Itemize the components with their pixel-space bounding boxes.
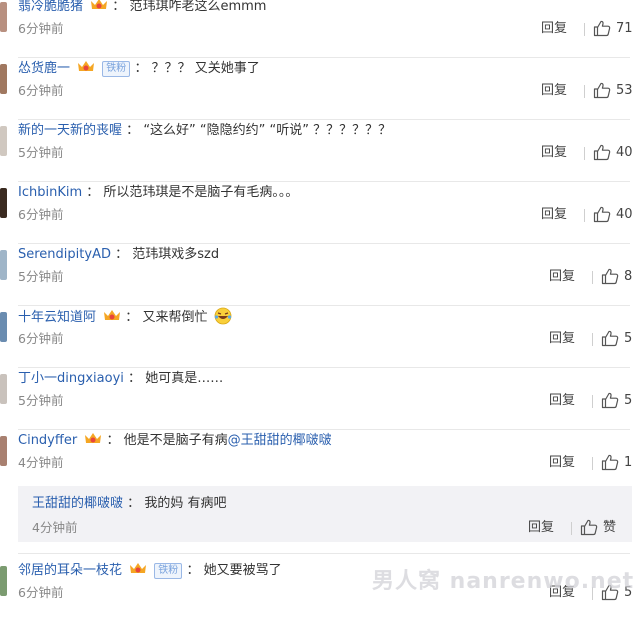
thumbs-up-icon[interactable] xyxy=(593,82,611,99)
reply-button[interactable]: 回复 xyxy=(549,268,575,286)
reply-button[interactable]: 回复 xyxy=(541,144,567,162)
comment-text: 她可真是…… xyxy=(145,371,224,386)
divider xyxy=(584,147,585,160)
avatar[interactable] xyxy=(0,436,7,466)
divider xyxy=(592,271,593,284)
comment-username[interactable]: 翡冷脆脆猪 xyxy=(18,0,83,14)
comment-time: 6分钟前 xyxy=(18,21,64,36)
like-count: 1 xyxy=(624,455,633,470)
comment-time: 5分钟前 xyxy=(18,393,64,408)
like-label[interactable]: 赞 xyxy=(603,519,616,537)
comment-time: 6分钟前 xyxy=(18,331,64,346)
thumbs-up-icon[interactable] xyxy=(601,268,619,285)
like-count: 5 xyxy=(624,331,633,346)
reply-button[interactable]: 回复 xyxy=(541,20,567,38)
comment-item: 新的一天新的丧喔 ： “这么好” “隐隐约约” “听说” ？？？？？？ 5分钟前… xyxy=(0,120,640,182)
comment-item: 翡冷脆脆猪 ： 范玮琪咋老这么emmm 6分钟前 回复 71 xyxy=(0,0,640,58)
avatar[interactable] xyxy=(0,566,7,596)
comment-item: 丁小一dingxiaoyi ： 她可真是…… 5分钟前 回复 5 xyxy=(0,368,640,430)
thumbs-up-icon[interactable] xyxy=(601,330,619,347)
comment-username[interactable]: 怂货鹿一 xyxy=(18,61,70,76)
thumbs-up-icon[interactable] xyxy=(593,144,611,161)
vip-crown-icon xyxy=(104,310,121,320)
comment-item: 十年云知道阿 ： 又来帮倒忙 6分钟前 回复 5 xyxy=(0,306,640,368)
thumbs-up-icon[interactable] xyxy=(593,206,611,223)
comment-time: 6分钟前 xyxy=(18,207,64,222)
comment-username[interactable]: 新的一天新的丧喔 xyxy=(18,123,122,138)
comment-username[interactable]: 丁小一dingxiaoyi xyxy=(18,371,124,386)
vip-crown-icon xyxy=(91,0,108,9)
comment-text: 所以范玮琪是不是脑子有毛病。。。 xyxy=(103,185,299,200)
comment-text: 又来帮倒忙 xyxy=(142,310,208,325)
avatar[interactable] xyxy=(0,374,7,404)
comment-username[interactable]: IchbinKim xyxy=(18,185,82,200)
comment-username[interactable]: 邻居的耳朵一枝花 xyxy=(18,563,122,578)
reply-button[interactable]: 回复 xyxy=(541,82,567,100)
like-count: 40 xyxy=(616,145,633,160)
avatar[interactable] xyxy=(0,126,7,156)
vip-crown-icon xyxy=(85,433,102,443)
divider xyxy=(571,522,572,535)
divider xyxy=(592,457,593,470)
divider xyxy=(584,23,585,36)
comment-time: 6分钟前 xyxy=(18,83,64,98)
reply-button[interactable]: 回复 xyxy=(549,330,575,348)
thumbs-up-icon[interactable] xyxy=(601,392,619,409)
sub-reply: 王甜甜的椰啵啵 ： 我的妈 有病吧 4分钟前 回复 赞 xyxy=(18,486,632,542)
sub-reply-text: 我的妈 有病吧 xyxy=(144,496,227,511)
avatar[interactable] xyxy=(0,250,7,280)
divider xyxy=(592,333,593,346)
divider xyxy=(584,85,585,98)
like-count: 5 xyxy=(624,393,633,408)
comment-username[interactable]: SerendipityAD xyxy=(18,247,111,262)
like-count: 40 xyxy=(616,207,633,222)
reply-button[interactable]: 回复 xyxy=(549,454,575,472)
comment-text: “这么好” “隐隐约约” “听说” ？？？？？？ xyxy=(143,123,392,138)
like-count: 8 xyxy=(624,269,633,284)
site-watermark: 男人窝 nanrenwo.net xyxy=(372,569,635,594)
vip-crown-icon xyxy=(130,563,147,573)
divider xyxy=(584,209,585,222)
avatar[interactable] xyxy=(0,312,7,342)
fan-badge: 铁粉 xyxy=(102,61,131,77)
thumbs-up-icon[interactable] xyxy=(580,519,598,536)
comment-username[interactable]: 十年云知道阿 xyxy=(18,310,96,325)
sub-reply-time: 4分钟前 xyxy=(32,520,78,535)
like-count: 71 xyxy=(616,21,633,36)
comment-text: 范玮琪戏多szd xyxy=(132,247,220,262)
divider xyxy=(592,395,593,408)
reply-button[interactable]: 回复 xyxy=(541,206,567,224)
avatar[interactable] xyxy=(0,188,7,218)
thumbs-up-icon[interactable] xyxy=(593,20,611,37)
comment-item: 怂货鹿一 铁粉 ： ？？？ 又关她事了 6分钟前 回复 53 xyxy=(0,58,640,120)
comment-text: 他是不是脑子有病 xyxy=(123,433,228,448)
comment-text: 范玮琪咋老这么emmm xyxy=(129,0,267,14)
laughing-tears-emoji-icon xyxy=(214,307,232,325)
comment-text: 她又要被骂了 xyxy=(203,563,282,578)
reply-button[interactable]: 回复 xyxy=(549,392,575,410)
divider xyxy=(18,553,630,554)
avatar[interactable] xyxy=(0,2,7,32)
avatar[interactable] xyxy=(0,64,7,94)
comment-time: 4分钟前 xyxy=(18,455,64,470)
like-count: 53 xyxy=(616,83,633,98)
vip-crown-icon xyxy=(78,61,95,71)
reply-button[interactable]: 回复 xyxy=(528,519,554,537)
mention-link[interactable]: @王甜甜的椰啵啵 xyxy=(228,433,332,448)
comment-item: SerendipityAD ： 范玮琪戏多szd 5分钟前 回复 8 xyxy=(0,244,640,306)
comment-time: 5分钟前 xyxy=(18,145,64,160)
comment-item: Cindyffer ： 他是不是脑子有病@王甜甜的椰啵啵 4分钟前 回复 1 xyxy=(0,430,640,492)
comment-username[interactable]: Cindyffer xyxy=(18,433,77,448)
comment-time: 5分钟前 xyxy=(18,269,64,284)
comment-time: 6分钟前 xyxy=(18,585,64,600)
fan-badge: 铁粉 xyxy=(154,563,183,579)
comment-text: ？？？ 又关她事了 xyxy=(151,61,260,76)
thumbs-up-icon[interactable] xyxy=(601,454,619,471)
comment-item: IchbinKim ： 所以范玮琪是不是脑子有毛病。。。 6分钟前 回复 40 xyxy=(0,182,640,244)
sub-reply-username[interactable]: 王甜甜的椰啵啵 xyxy=(32,496,123,511)
